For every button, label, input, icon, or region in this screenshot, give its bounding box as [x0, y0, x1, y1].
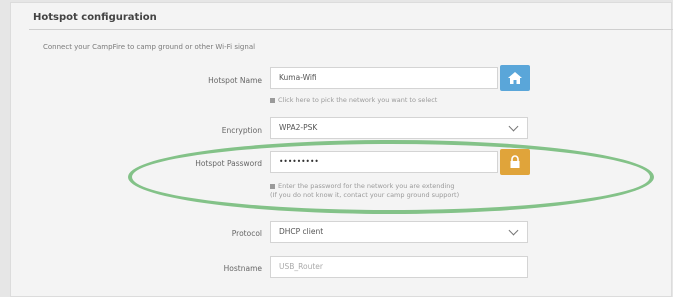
hotspot-name-label: Hotspot Name: [208, 76, 262, 85]
home-wifi-icon[interactable]: [500, 65, 530, 91]
chevron-down-icon: [508, 121, 519, 132]
protocol-select[interactable]: DHCP client: [270, 221, 528, 243]
hotspot-name-hint-text: Click here to pick the network you want …: [278, 96, 438, 104]
hotspot-name-hint: Click here to pick the network you want …: [270, 96, 437, 105]
title-divider: [29, 29, 673, 30]
encryption-value: WPA2-PSK: [279, 123, 318, 132]
hotspot-name-input[interactable]: Kuma-Wifi: [270, 67, 498, 89]
chevron-down-icon: [508, 225, 519, 236]
hint-bullet-icon: [270, 97, 275, 103]
panel-title: Hotspot configuration: [33, 12, 157, 23]
hostname-label: Hostname: [223, 264, 262, 273]
highlight-ellipse: [128, 140, 654, 214]
protocol-value: DHCP client: [279, 227, 324, 236]
protocol-label: Protocol: [231, 229, 262, 238]
encryption-select[interactable]: WPA2-PSK: [270, 117, 528, 139]
hostname-input[interactable]: USB_Router: [270, 256, 528, 278]
panel-subtitle: Connect your CampFire to camp ground or …: [43, 43, 256, 51]
encryption-label: Encryption: [221, 126, 262, 135]
